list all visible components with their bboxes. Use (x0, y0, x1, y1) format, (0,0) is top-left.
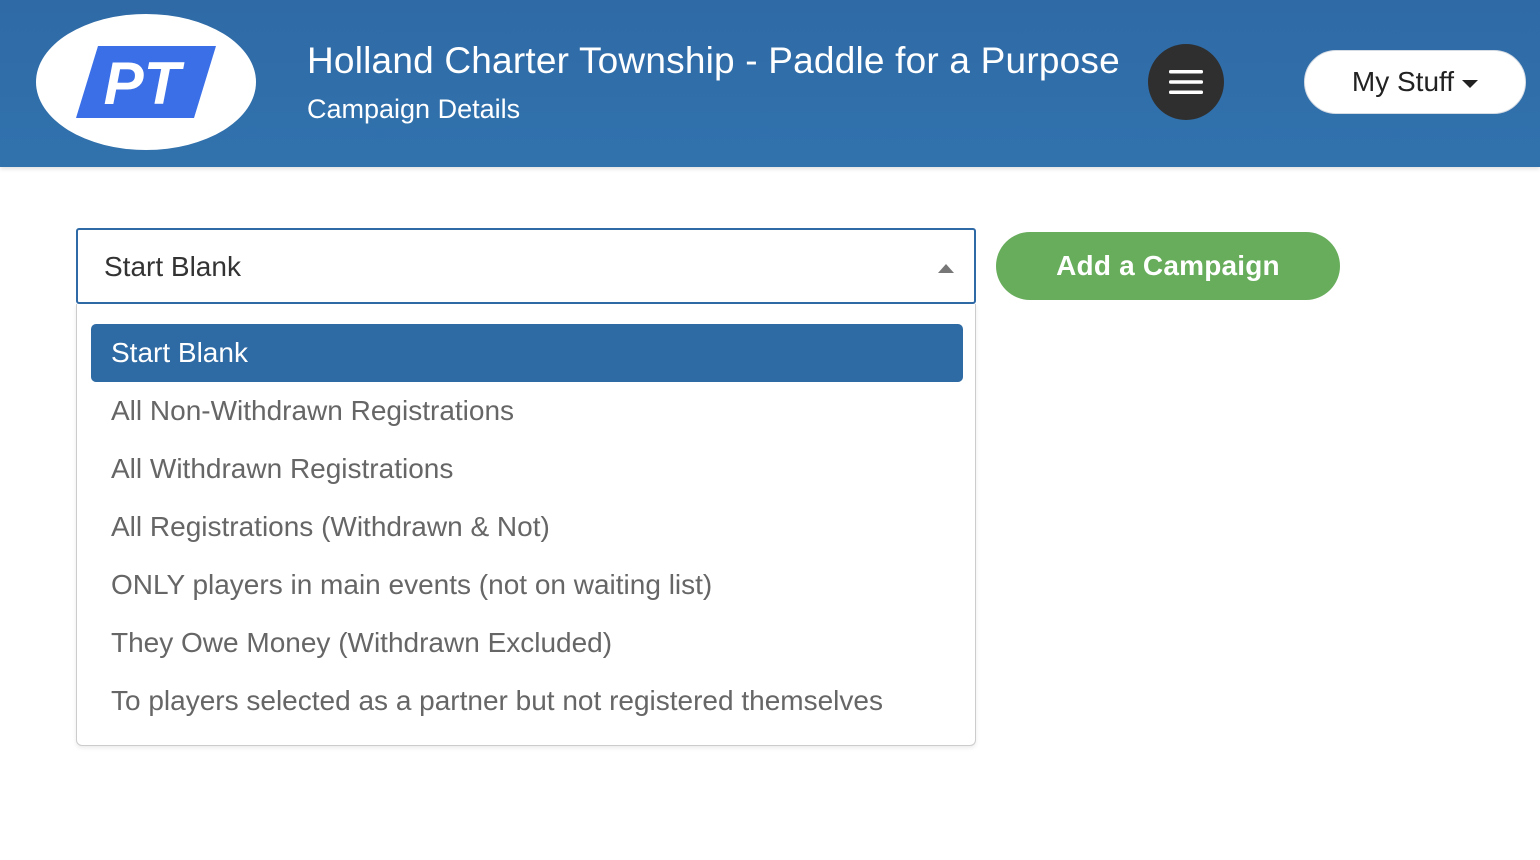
caret-up-icon (938, 264, 954, 273)
dropdown-option[interactable]: To players selected as a partner but not… (91, 672, 963, 730)
hamburger-icon (1169, 70, 1203, 94)
header-bar: PT Holland Charter Township - Paddle for… (0, 0, 1540, 167)
page-title: Holland Charter Township - Paddle for a … (307, 40, 1120, 81)
campaign-template-select[interactable]: Start Blank (76, 228, 976, 304)
pt-logo-icon: PT (76, 46, 216, 118)
dropdown-option[interactable]: All Non-Withdrawn Registrations (91, 382, 963, 440)
dropdown-option[interactable]: ONLY players in main events (not on wait… (91, 556, 963, 614)
add-campaign-button[interactable]: Add a Campaign (996, 232, 1340, 300)
my-stuff-label: My Stuff (1351, 66, 1455, 97)
caret-down-icon (1462, 80, 1479, 88)
site-logo[interactable]: PT (36, 14, 256, 150)
menu-button[interactable] (1148, 44, 1224, 120)
page-subtitle: Campaign Details (307, 94, 521, 124)
dropdown-option[interactable]: They Owe Money (Withdrawn Excluded) (91, 614, 963, 672)
select-selected-value: Start Blank (104, 251, 241, 282)
logo-text: PT (104, 50, 185, 117)
dropdown-option[interactable]: All Registrations (Withdrawn & Not) (91, 498, 963, 556)
dropdown-option[interactable]: Start Blank (91, 324, 963, 382)
my-stuff-button[interactable]: My Stuff (1304, 50, 1526, 114)
page-title-block: Holland Charter Township - Paddle for a … (307, 38, 1120, 126)
campaign-template-dropdown: Start Blank All Non-Withdrawn Registrati… (76, 304, 976, 746)
dropdown-option[interactable]: All Withdrawn Registrations (91, 440, 963, 498)
